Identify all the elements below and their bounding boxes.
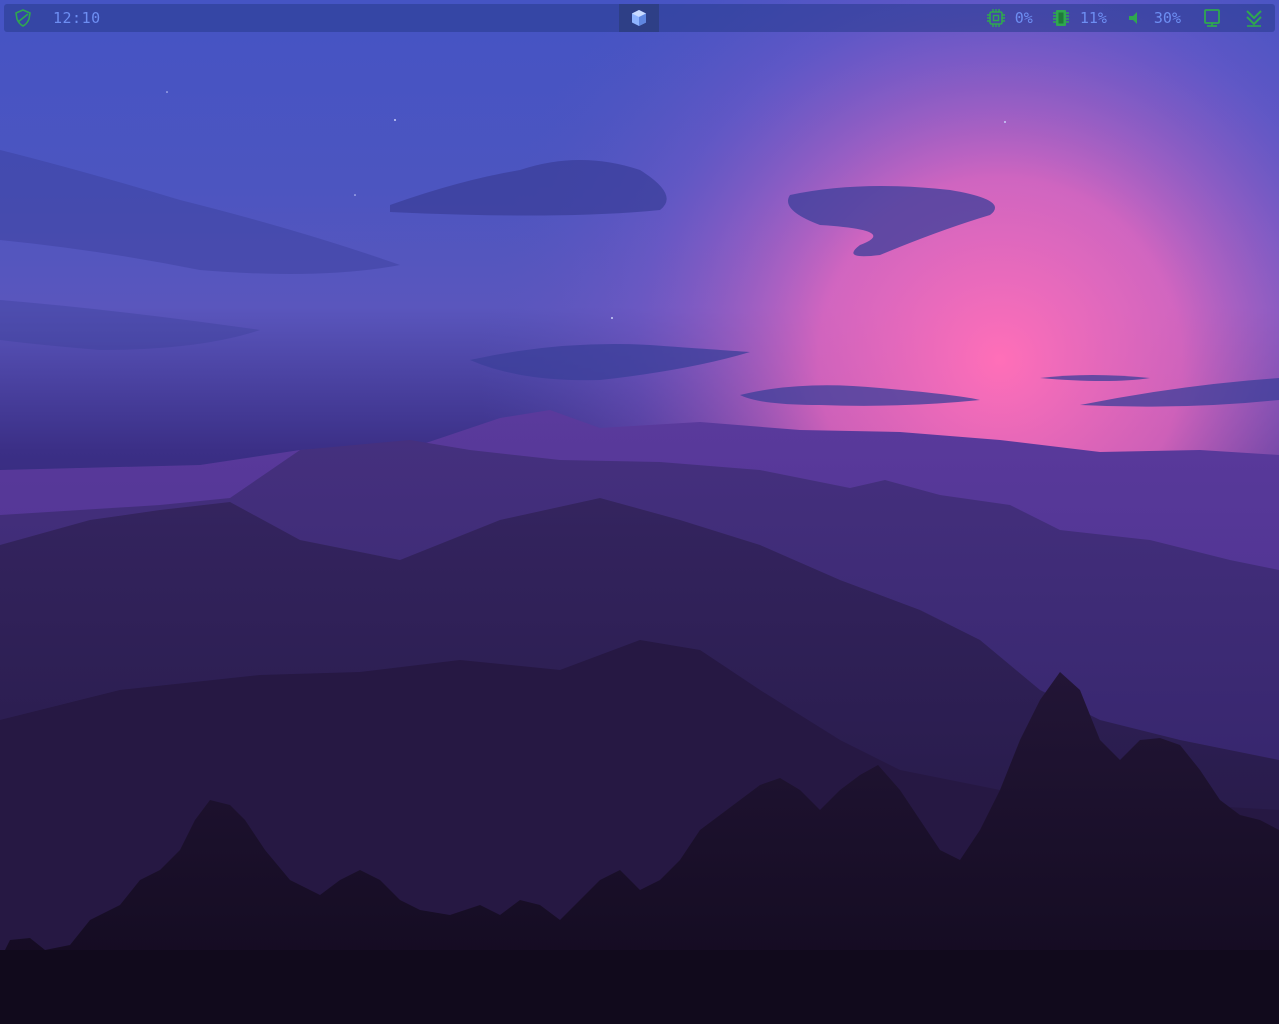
volume-level-value: 30%	[1153, 9, 1181, 27]
bar-left-section: 12:10	[4, 4, 101, 32]
monitor-icon[interactable]	[1201, 7, 1223, 29]
cube-icon	[632, 10, 646, 26]
memory-usage-value: 11%	[1079, 9, 1107, 27]
top-status-bar: 12:10 0% 11% 30%	[4, 4, 1275, 32]
shield-icon[interactable]	[13, 8, 33, 28]
clock[interactable]: 12:10	[53, 9, 101, 27]
cpu-indicator[interactable]: 0%	[986, 8, 1033, 28]
memory-indicator[interactable]: 11%	[1051, 8, 1107, 28]
cpu-chip-icon	[986, 9, 1005, 27]
chevrons-down-icon[interactable]	[1243, 7, 1265, 29]
workspace-indicator[interactable]	[619, 4, 659, 32]
volume-indicator[interactable]: 30%	[1125, 8, 1181, 28]
bar-right-section: 0% 11% 30%	[968, 4, 1265, 32]
memory-icon	[1052, 10, 1069, 26]
speaker-icon	[1128, 12, 1137, 24]
wallpaper-mountain-sunset	[0, 0, 1279, 1024]
desktop: 12:10 0% 11% 30%	[0, 0, 1279, 1024]
cpu-usage-value: 0%	[1014, 9, 1033, 27]
